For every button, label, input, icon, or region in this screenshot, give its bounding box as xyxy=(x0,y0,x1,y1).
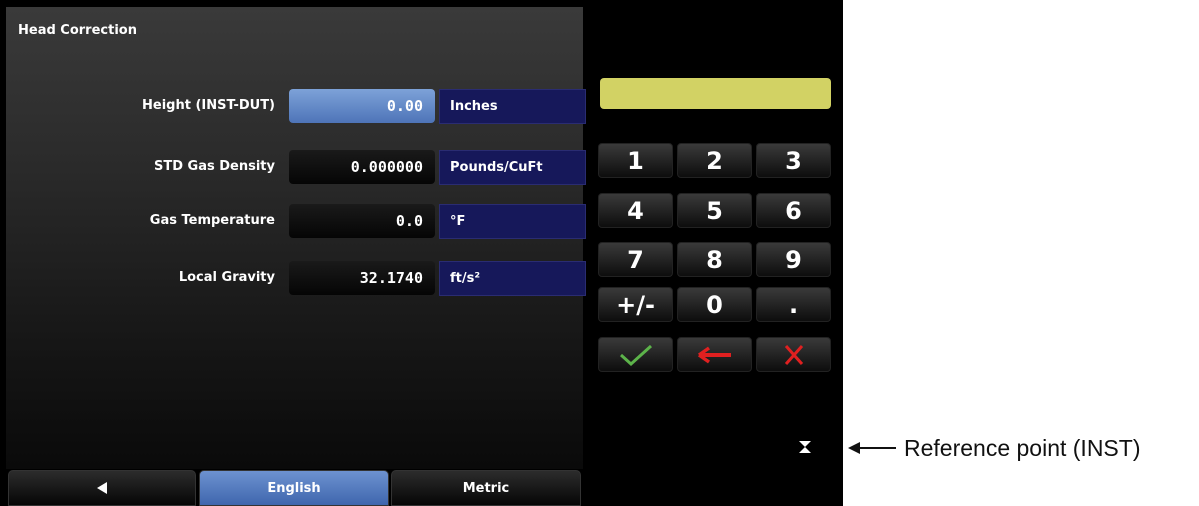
head-correction-panel: Head Correction Height (INST-DUT) 0.00 I… xyxy=(6,7,586,469)
key-0[interactable]: 0 xyxy=(677,287,752,322)
local-gravity-unit-button[interactable]: ft/s² xyxy=(439,261,586,296)
back-button[interactable] xyxy=(8,470,196,506)
gas-density-value-field[interactable]: 0.000000 xyxy=(289,150,435,184)
gas-density-label: STD Gas Density xyxy=(154,159,275,174)
key-9[interactable]: 9 xyxy=(756,242,831,277)
accept-button[interactable] xyxy=(598,337,673,372)
tab-english[interactable]: English xyxy=(199,470,389,506)
local-gravity-label: Local Gravity xyxy=(178,270,275,285)
gas-temperature-value-field[interactable]: 0.0 xyxy=(289,204,435,238)
triangle-left-icon xyxy=(97,482,107,494)
height-value-field[interactable]: 0.00 xyxy=(289,89,435,123)
key-plus-minus[interactable]: +/- xyxy=(598,287,673,322)
key-8[interactable]: 8 xyxy=(677,242,752,277)
checkmark-icon xyxy=(619,344,652,366)
keypad-entry-display xyxy=(600,78,831,109)
hourglass-reference-icon xyxy=(799,441,811,453)
reference-point-annotation: Reference point (INST) xyxy=(848,430,1140,466)
height-unit-button[interactable]: Inches xyxy=(439,89,586,124)
key-decimal[interactable]: . xyxy=(756,287,831,322)
local-gravity-value-field[interactable]: 32.1740 xyxy=(289,261,435,295)
key-1[interactable]: 1 xyxy=(598,143,673,178)
key-7[interactable]: 7 xyxy=(598,242,673,277)
panel-title: Head Correction xyxy=(18,23,137,38)
gas-temperature-label: Gas Temperature xyxy=(149,213,275,228)
key-2[interactable]: 2 xyxy=(677,143,752,178)
left-arrow-icon xyxy=(697,346,731,363)
gas-density-unit-button[interactable]: Pounds/CuFt xyxy=(439,150,586,185)
annotation-text: Reference point (INST) xyxy=(904,434,1141,461)
key-5[interactable]: 5 xyxy=(677,193,752,228)
device-screen: Head Correction Height (INST-DUT) 0.00 I… xyxy=(0,0,843,506)
height-label: Height (INST-DUT) xyxy=(142,98,275,113)
x-icon xyxy=(784,344,803,365)
left-arrow-icon xyxy=(848,442,896,454)
backspace-button[interactable] xyxy=(677,337,752,372)
key-3[interactable]: 3 xyxy=(756,143,831,178)
tab-metric[interactable]: Metric xyxy=(391,470,581,506)
key-4[interactable]: 4 xyxy=(598,193,673,228)
cancel-button[interactable] xyxy=(756,337,831,372)
gas-temperature-unit-button[interactable]: °F xyxy=(439,204,586,239)
key-6[interactable]: 6 xyxy=(756,193,831,228)
